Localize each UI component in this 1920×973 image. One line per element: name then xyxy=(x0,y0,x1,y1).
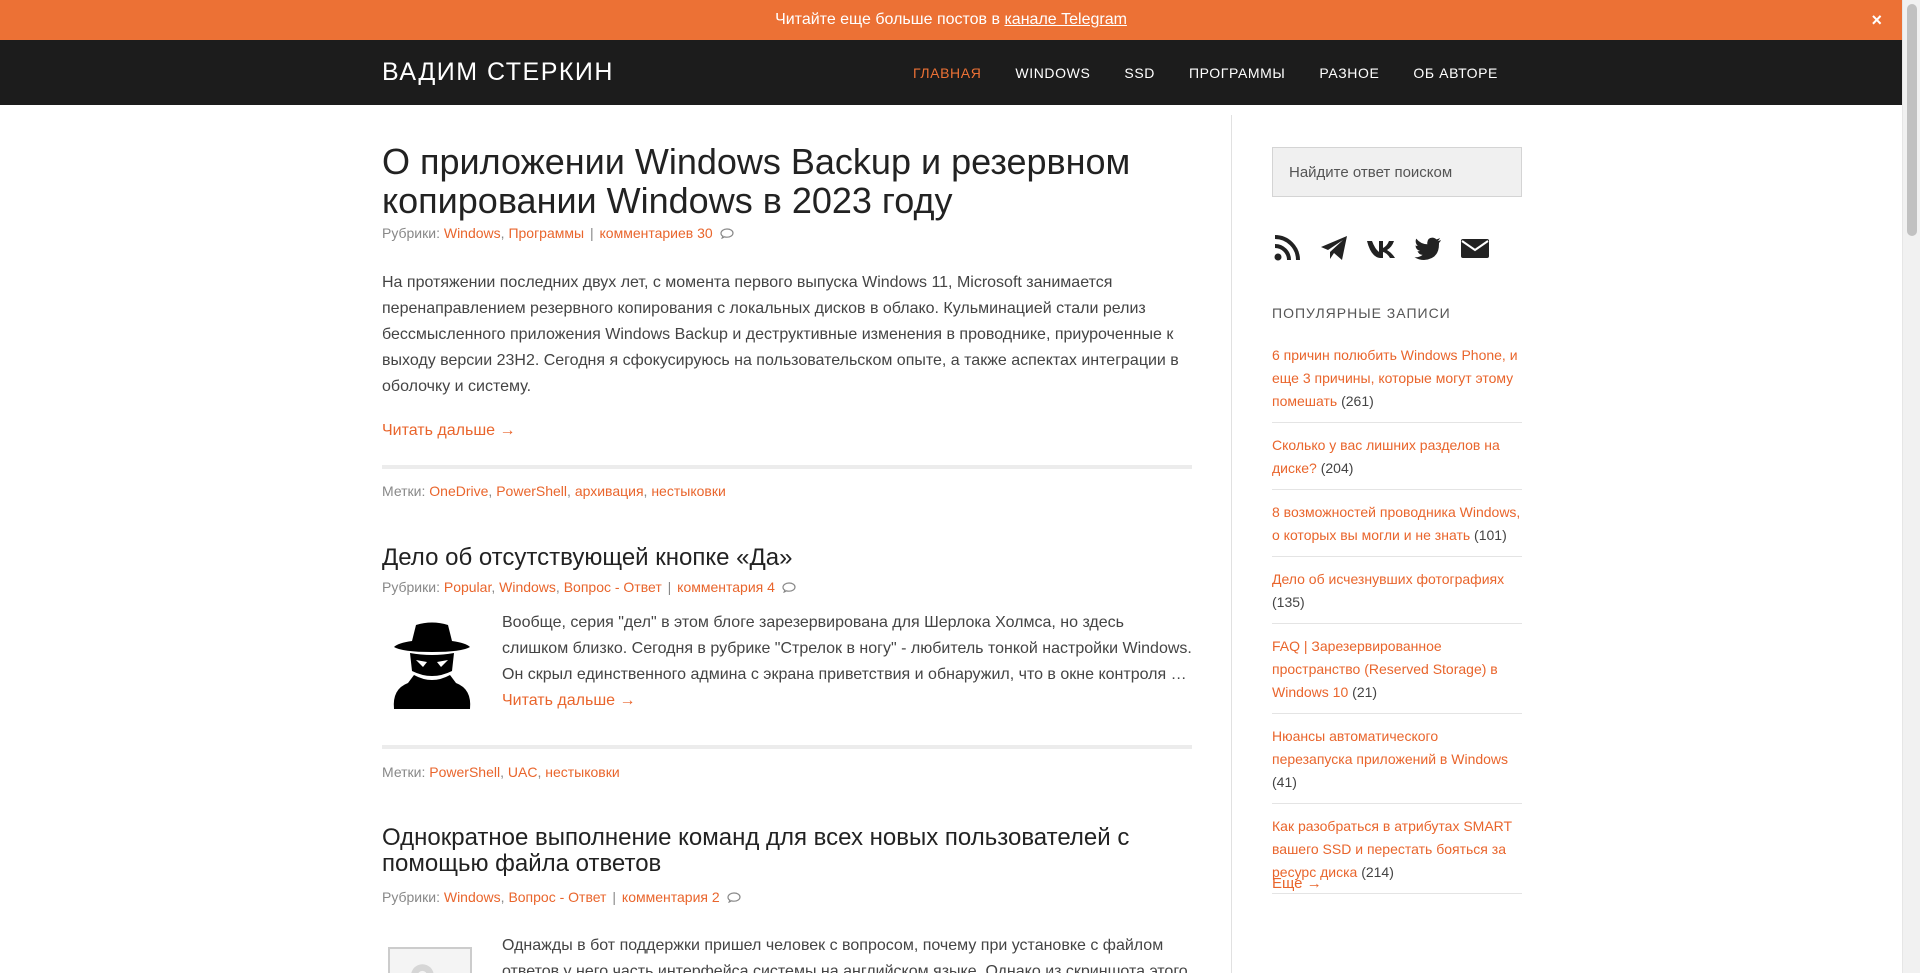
popular-post-link[interactable]: Сколько у вас лишних разделов на диске? xyxy=(1272,437,1500,476)
tag-link[interactable]: OneDrive xyxy=(429,483,488,499)
scrollbar[interactable] xyxy=(1902,0,1920,973)
tags-label: Метки: xyxy=(382,764,430,780)
nav-item-windows[interactable]: WINDOWS xyxy=(1015,65,1090,81)
category-link[interactable]: Вопрос - Ответ xyxy=(564,579,662,595)
post-meta: Рубрики: Windows, Программы | комментари… xyxy=(382,225,734,241)
divider xyxy=(382,465,1192,469)
post-title[interactable]: Дело об отсутствующей кнопке «Да» xyxy=(382,545,792,571)
telegram-icon[interactable] xyxy=(1319,233,1349,263)
popular-post-link[interactable]: FAQ | Зарезервированное пространство (Re… xyxy=(1272,638,1498,700)
category-link[interactable]: Вопрос - Ответ xyxy=(508,889,606,905)
tag-link[interactable]: нестыковки xyxy=(545,764,619,780)
list-item: 8 возможностей проводника Windows, о кот… xyxy=(1272,501,1522,557)
twitter-icon[interactable] xyxy=(1413,233,1443,263)
category-link[interactable]: Windows xyxy=(499,579,556,595)
category-link[interactable]: Windows xyxy=(444,889,501,905)
list-item: FAQ | Зарезервированное пространство (Re… xyxy=(1272,635,1522,714)
notice-text: Читайте еще больше постов в xyxy=(775,11,1005,28)
post-excerpt: На протяжении последних двух лет, с моме… xyxy=(382,274,1179,395)
comments-link[interactable]: комментария 4 xyxy=(677,579,775,595)
post-excerpt: Вообще, серия "дел" в этом блоге зарезер… xyxy=(502,610,1192,714)
view-count: (214) xyxy=(1357,864,1394,880)
divider xyxy=(382,745,1192,749)
nav-item-about[interactable]: ОБ АВТОРЕ xyxy=(1413,65,1498,81)
list-item: 6 причин полюбить Windows Phone, и еще 3… xyxy=(1272,344,1522,423)
social-links xyxy=(1272,233,1507,263)
comment-icon xyxy=(719,228,734,239)
post-thumbnail[interactable] xyxy=(388,947,472,973)
meta-label: Рубрики: xyxy=(382,225,444,241)
gear-icon xyxy=(411,964,434,973)
post-meta: Рубрики: Popular, Windows, Вопрос - Отве… xyxy=(382,579,796,595)
popular-post-link[interactable]: 6 причин полюбить Windows Phone, и еще 3… xyxy=(1272,347,1518,409)
nav-item-misc[interactable]: РАЗНОЕ xyxy=(1319,65,1379,81)
comments-link[interactable]: комментариев 30 xyxy=(600,225,713,241)
tags-label: Метки: xyxy=(382,483,430,499)
site-header: ВАДИМ СТЕРКИН ГЛАВНАЯ WINDOWS SSD ПРОГРА… xyxy=(0,40,1902,105)
view-count: (41) xyxy=(1272,774,1297,790)
popular-post-link[interactable]: Дело об исчезнувших фотографиях xyxy=(1272,571,1504,587)
comments-link[interactable]: комментария 2 xyxy=(622,889,720,905)
comment-icon xyxy=(726,892,741,903)
tag-link[interactable]: UAC xyxy=(508,764,538,780)
nav-item-ssd[interactable]: SSD xyxy=(1124,65,1155,81)
scrollbar-thumb[interactable] xyxy=(1907,4,1917,236)
post-title[interactable]: Однократное выполнение команд для всех н… xyxy=(382,825,1192,877)
telegram-notice-bar: Читайте еще больше постов в канале Teleg… xyxy=(0,0,1902,40)
sidebar-divider xyxy=(1231,115,1232,973)
tag-link[interactable]: PowerShell xyxy=(496,483,567,499)
more-popular-link[interactable]: Еще → xyxy=(1272,875,1322,892)
list-item: Нюансы автоматического перезапуска прило… xyxy=(1272,725,1522,804)
category-link[interactable]: Windows xyxy=(444,225,501,241)
telegram-channel-link[interactable]: канале Telegram xyxy=(1004,11,1126,28)
view-count: (135) xyxy=(1272,594,1305,610)
category-link[interactable]: Popular xyxy=(444,579,491,595)
post-meta: Рубрики: Windows, Вопрос - Ответ | комме… xyxy=(382,889,741,905)
vk-icon[interactable] xyxy=(1366,233,1396,263)
rss-icon[interactable] xyxy=(1272,233,1302,263)
list-item: Сколько у вас лишних разделов на диске? … xyxy=(1272,434,1522,490)
main-nav: ГЛАВНАЯ WINDOWS SSD ПРОГРАММЫ РАЗНОЕ ОБ … xyxy=(879,40,1498,105)
category-link[interactable]: Программы xyxy=(508,225,584,241)
view-count: (204) xyxy=(1316,460,1354,476)
post-title[interactable]: О приложении Windows Backup и резервном … xyxy=(382,142,1192,221)
view-count: (261) xyxy=(1337,393,1374,409)
view-count: (21) xyxy=(1348,684,1378,700)
email-icon[interactable] xyxy=(1460,233,1490,263)
read-more-link[interactable]: Читать дальше → xyxy=(502,692,636,709)
close-icon[interactable]: × xyxy=(1871,0,1882,40)
spy-icon[interactable] xyxy=(390,621,474,711)
excerpt-text: Вообще, серия "дел" в этом блоге зарезер… xyxy=(502,614,1192,683)
comment-icon xyxy=(782,582,796,593)
post-tags: Метки: OneDrive, PowerShell, архивация, … xyxy=(382,483,726,499)
post-excerpt: Однажды в бот поддержки пришел человек с… xyxy=(502,937,1188,973)
site-title[interactable]: ВАДИМ СТЕРКИН xyxy=(382,58,614,87)
search-input[interactable] xyxy=(1272,147,1522,197)
popular-posts-heading: ПОПУЛЯРНЫЕ ЗАПИСИ xyxy=(1272,305,1451,321)
nav-item-programs[interactable]: ПРОГРАММЫ xyxy=(1189,65,1285,81)
post-tags: Метки: PowerShell, UAC, нестыковки xyxy=(382,764,620,780)
meta-label: Рубрики: xyxy=(382,579,444,595)
view-count: (101) xyxy=(1470,527,1507,543)
list-item: Дело об исчезнувших фотографиях (135) xyxy=(1272,568,1522,624)
tag-link[interactable]: нестыковки xyxy=(651,483,725,499)
read-more-link[interactable]: Читать дальше → xyxy=(382,422,516,440)
popular-posts-list: 6 причин полюбить Windows Phone, и еще 3… xyxy=(1272,344,1522,905)
meta-label: Рубрики: xyxy=(382,889,444,905)
tag-link[interactable]: PowerShell xyxy=(429,764,500,780)
nav-item-home[interactable]: ГЛАВНАЯ xyxy=(913,65,981,81)
popular-post-link[interactable]: Нюансы автоматического перезапуска прило… xyxy=(1272,728,1508,767)
tag-link[interactable]: архивация xyxy=(575,483,644,499)
